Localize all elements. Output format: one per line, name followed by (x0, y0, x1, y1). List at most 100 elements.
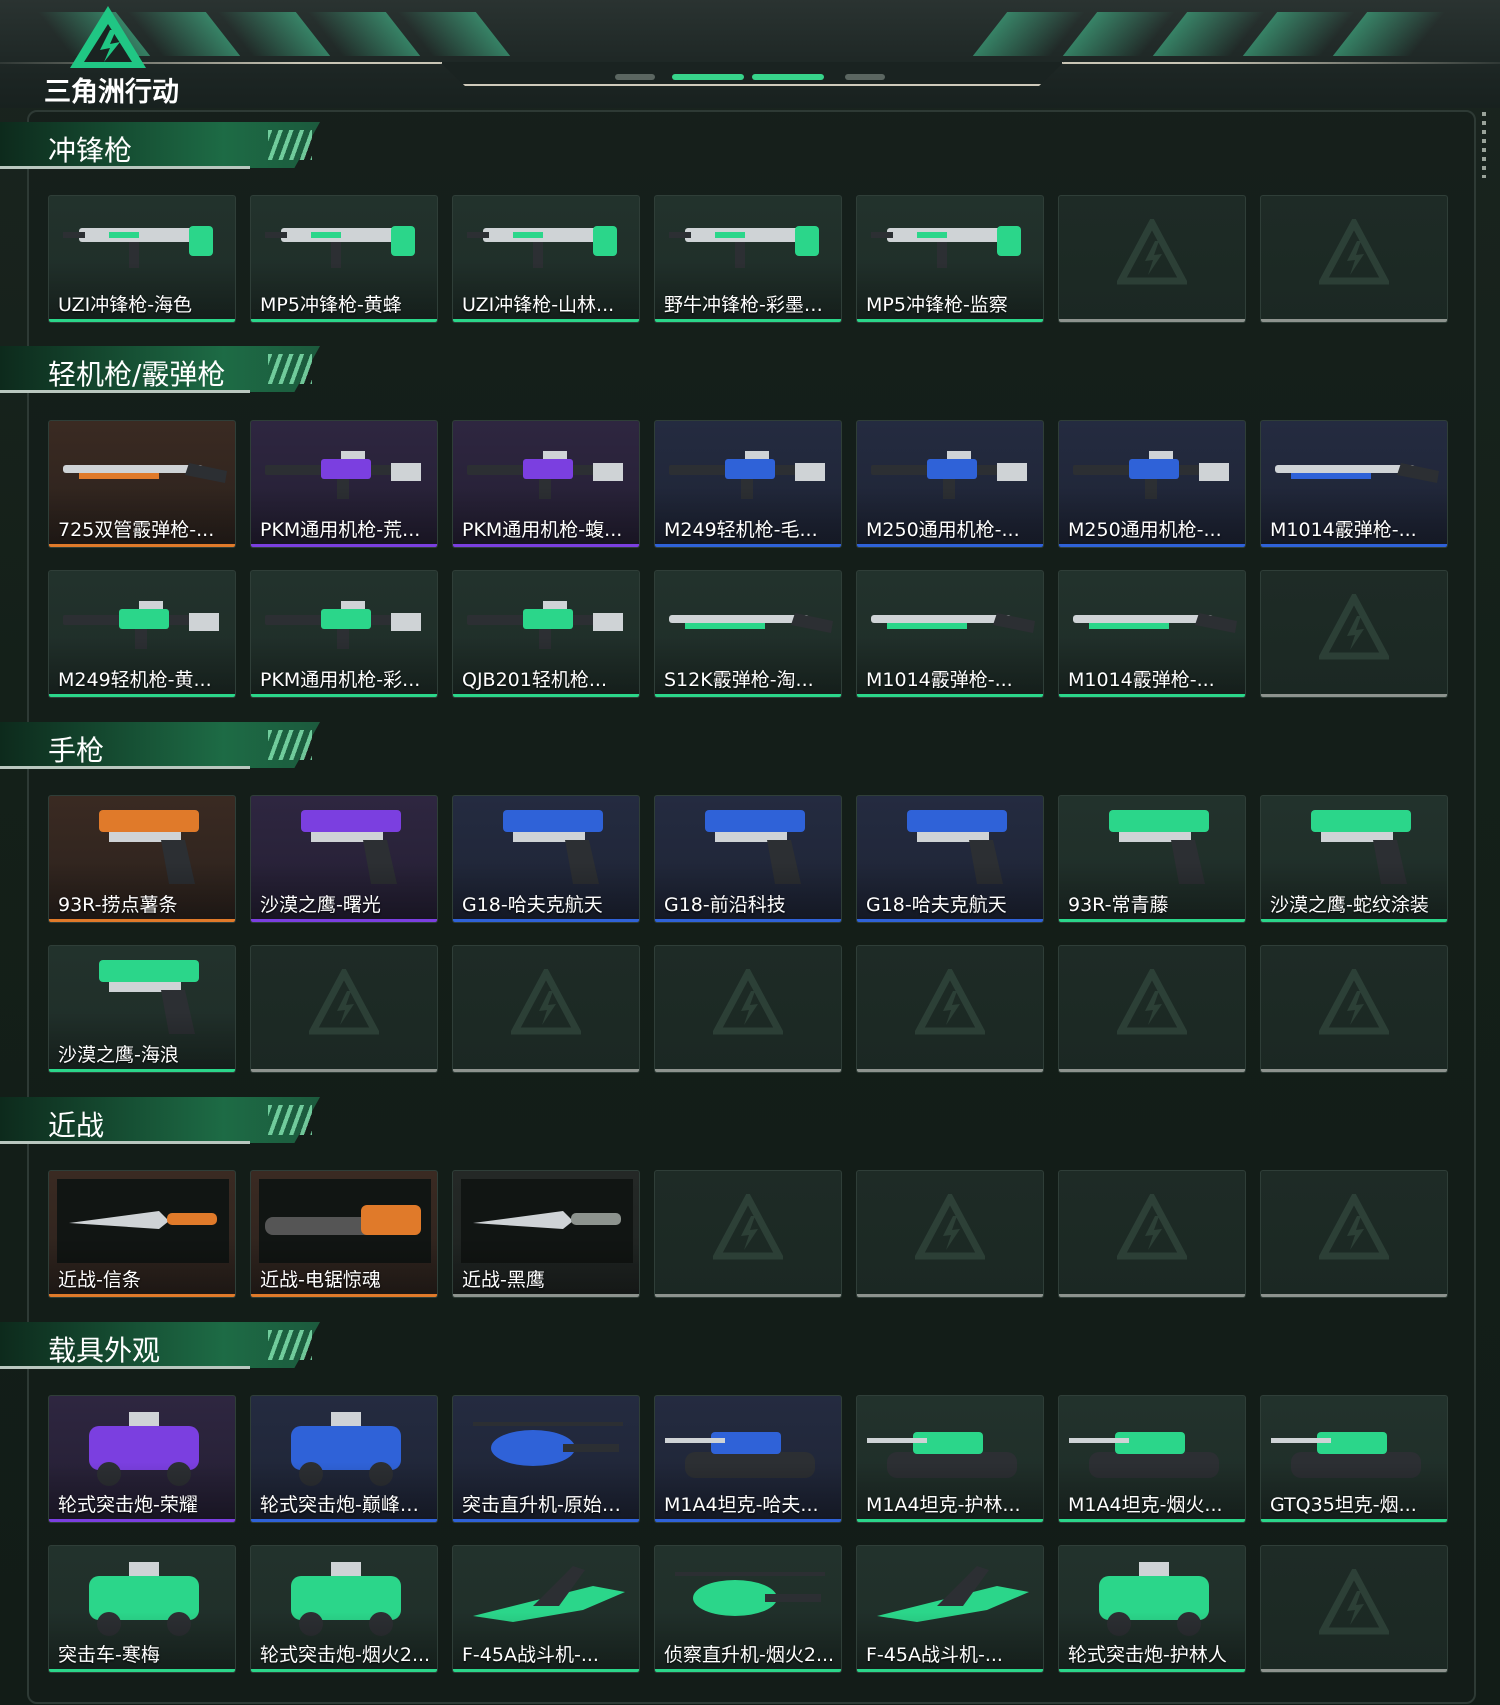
rarity-bar (655, 544, 841, 547)
item-name: M1A4坦克-烟火... (1068, 1494, 1223, 1516)
rarity-bar (453, 1669, 639, 1672)
item-card[interactable]: 突击车-寒梅 (48, 1545, 236, 1673)
item-card[interactable]: M250通用机枪-... (856, 420, 1044, 548)
scrollbar[interactable] (1482, 112, 1486, 178)
item-name: 轮式突击炮-护林人 (1068, 1644, 1227, 1666)
item-card[interactable]: 沙漠之鹰-曙光 (250, 795, 438, 923)
item-card[interactable]: 93R-捞点薯条 (48, 795, 236, 923)
item-name: 93R-常青藤 (1068, 894, 1169, 916)
rarity-bar (1261, 1519, 1447, 1522)
item-name: 沙漠之鹰-曙光 (260, 894, 381, 916)
item-card[interactable]: 93R-常青藤 (1058, 795, 1246, 923)
item-name: M250通用机枪-... (1068, 519, 1222, 541)
item-card[interactable]: G18-前沿科技 (654, 795, 842, 923)
item-card[interactable]: 沙漠之鹰-海浪 (48, 945, 236, 1073)
item-name: PKM通用机枪-蝮... (462, 519, 623, 541)
rarity-bar (655, 694, 841, 697)
item-card[interactable]: M1A4坦克-护林... (856, 1395, 1044, 1523)
item-name: M250通用机枪-... (866, 519, 1020, 541)
delta-watermark-icon (1117, 1194, 1187, 1260)
item-card[interactable]: 侦察直升机-烟火2... (654, 1545, 842, 1673)
rarity-bar (49, 319, 235, 322)
section-header: 轻机枪/霰弹枪 (0, 346, 330, 398)
item-card[interactable]: M1014霰弹枪-... (1260, 420, 1448, 548)
item-name: 沙漠之鹰-海浪 (58, 1044, 179, 1066)
item-card[interactable]: PKM通用机枪-荒... (250, 420, 438, 548)
rarity-bar (453, 919, 639, 922)
rarity-bar (1261, 1669, 1447, 1672)
section-title: 冲锋枪 (48, 134, 133, 167)
item-card[interactable]: S12K霰弹枪-淘... (654, 570, 842, 698)
item-card[interactable]: MP5冲锋枪-监察 (856, 195, 1044, 323)
rarity-bar (251, 544, 437, 547)
item-card[interactable]: 轮式突击炮-荣耀 (48, 1395, 236, 1523)
empty-slot (1058, 945, 1246, 1073)
item-name: PKM通用机枪-荒... (260, 519, 421, 541)
item-card[interactable]: F-45A战斗机-... (452, 1545, 640, 1673)
item-name: 近战-电锯惊魂 (260, 1269, 381, 1291)
rarity-bar (251, 1069, 437, 1072)
item-card[interactable]: G18-哈夫克航天 (856, 795, 1044, 923)
item-name: F-45A战斗机-... (462, 1644, 599, 1666)
item-card[interactable]: M1014霰弹枪-... (856, 570, 1044, 698)
banner-stripes-right (972, 12, 1446, 56)
item-name: 725双管霰弹枪-... (58, 519, 215, 541)
section-header: 冲锋枪 (0, 122, 330, 174)
item-name: M1A4坦克-哈夫... (664, 1494, 819, 1516)
item-name: G18-前沿科技 (664, 894, 786, 916)
empty-slot (856, 945, 1044, 1073)
delta-watermark-icon (713, 1194, 783, 1260)
item-card[interactable]: M1A4坦克-烟火... (1058, 1395, 1246, 1523)
delta-watermark-icon (1319, 969, 1389, 1035)
rarity-bar (857, 544, 1043, 547)
item-card[interactable]: M1A4坦克-哈夫... (654, 1395, 842, 1523)
item-card[interactable]: M1014霰弹枪-... (1058, 570, 1246, 698)
delta-watermark-icon (1319, 1194, 1389, 1260)
rarity-bar (857, 319, 1043, 322)
item-card[interactable]: UZI冲锋枪-海色 (48, 195, 236, 323)
item-card[interactable]: 725双管霰弹枪-... (48, 420, 236, 548)
item-card[interactable]: 轮式突击炮-护林人 (1058, 1545, 1246, 1673)
item-card[interactable]: GTQ35坦克-烟... (1260, 1395, 1448, 1523)
item-card[interactable]: 野牛冲锋枪-彩墨喷... (654, 195, 842, 323)
item-card[interactable]: 近战-信条 (48, 1170, 236, 1298)
item-card[interactable]: MP5冲锋枪-黄蜂 (250, 195, 438, 323)
delta-watermark-icon (915, 1194, 985, 1260)
item-card[interactable]: F-45A战斗机-... (856, 1545, 1044, 1673)
rarity-bar (1261, 544, 1447, 547)
rarity-bar (453, 1519, 639, 1522)
item-card[interactable]: 沙漠之鹰-蛇纹涂装 (1260, 795, 1448, 923)
item-name: UZI冲锋枪-山林... (462, 294, 615, 316)
item-card[interactable]: 近战-黑鹰 (452, 1170, 640, 1298)
rarity-bar (49, 694, 235, 697)
rarity-bar (453, 319, 639, 322)
rarity-bar (1261, 694, 1447, 697)
item-card[interactable]: QJB201轻机枪... (452, 570, 640, 698)
section-header: 近战 (0, 1097, 330, 1149)
item-card[interactable]: M249轻机枪-毛... (654, 420, 842, 548)
item-card[interactable]: M250通用机枪-... (1058, 420, 1246, 548)
rarity-bar (655, 1294, 841, 1297)
section-title: 载具外观 (48, 1334, 161, 1367)
top-banner: 三角洲行动 (0, 0, 1500, 108)
item-card[interactable]: 轮式突击炮-巅峰竞... (250, 1395, 438, 1523)
item-name: 突击车-寒梅 (58, 1644, 160, 1666)
empty-slot (856, 1170, 1044, 1298)
rarity-bar (1059, 1069, 1245, 1072)
item-card[interactable]: 近战-电锯惊魂 (250, 1170, 438, 1298)
item-card[interactable]: 轮式突击炮-烟火2... (250, 1545, 438, 1673)
rarity-bar (251, 1294, 437, 1297)
banner-pill (672, 74, 744, 80)
banner-pill (845, 74, 885, 80)
item-card[interactable]: UZI冲锋枪-山林... (452, 195, 640, 323)
section-header: 手枪 (0, 722, 330, 774)
section-header-edge (0, 1141, 250, 1144)
section-header: 载具外观 (0, 1322, 330, 1374)
item-card[interactable]: G18-哈夫克航天 (452, 795, 640, 923)
rarity-bar (49, 1069, 235, 1072)
item-card[interactable]: M249轻机枪-黄... (48, 570, 236, 698)
rarity-bar (453, 694, 639, 697)
item-card[interactable]: 突击直升机-原始伪... (452, 1395, 640, 1523)
item-card[interactable]: PKM通用机枪-彩... (250, 570, 438, 698)
item-card[interactable]: PKM通用机枪-蝮... (452, 420, 640, 548)
